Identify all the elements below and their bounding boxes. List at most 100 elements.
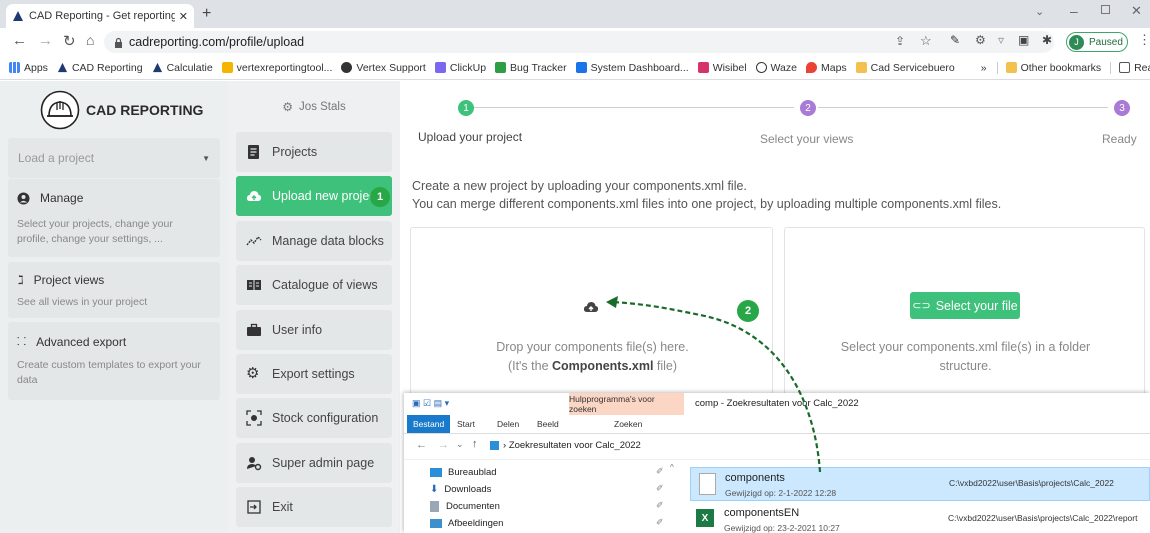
user-cog-icon <box>247 457 262 471</box>
bookmark-calculatie[interactable]: Calculatie <box>152 62 213 74</box>
pin-icon[interactable]: ✐ <box>656 500 664 511</box>
menu-item-stock-configuration[interactable]: Stock configuration <box>236 398 392 438</box>
vertex-tool-icon <box>221 62 233 73</box>
close-tab-icon[interactable]: ✕ <box>179 10 188 23</box>
apps-grid-icon <box>9 62 20 73</box>
cloud-upload-icon <box>246 191 262 201</box>
bookmark-vertex-support[interactable]: Vertex Support <box>341 62 426 74</box>
step-2-circle: 2 <box>800 100 816 116</box>
menu-item-user-info[interactable]: User info <box>236 310 392 350</box>
menu-item-projects[interactable]: Projects <box>236 132 392 172</box>
bookmark-other[interactable]: Other bookmarks <box>996 61 1101 74</box>
extension-gear-icon[interactable]: ⚙ <box>975 33 986 47</box>
ribbon-tab-zoeken[interactable]: Zoeken <box>614 419 642 429</box>
bookmark-system-dashboard[interactable]: System Dashboard... <box>575 62 689 74</box>
vertex-support-icon <box>341 62 353 73</box>
step-1-label: Upload your project <box>418 130 523 144</box>
bookmark-clickup[interactable]: ClickUp <box>434 62 486 74</box>
reading-list[interactable]: Reading list <box>1110 61 1150 74</box>
nav-scroll-up-icon[interactable]: ^ <box>670 463 674 472</box>
home-icon[interactable]: ⌂ <box>86 32 94 48</box>
ribbon-tab-start[interactable]: Start <box>457 419 475 429</box>
profile-button[interactable]: J Paused <box>1066 32 1128 52</box>
file-row[interactable]: X componentsEN Gewijzigd op: 23-2-2021 1… <box>690 503 1150 533</box>
forward-icon[interactable]: → <box>38 32 53 49</box>
extension-pen-icon[interactable]: ✎ <box>950 33 960 47</box>
explorer-breadcrumb[interactable]: › Zoekresultaten voor Calc_2022 <box>490 440 641 451</box>
pin-icon[interactable]: ✐ <box>656 466 664 477</box>
advanced-export-desc: Create custom templates to export your d… <box>17 359 201 386</box>
back-icon[interactable]: ← <box>12 32 27 49</box>
bookmark-cad-servicebuero[interactable]: Cad Servicebuero <box>855 62 955 74</box>
advanced-export-card[interactable]: ⸬ Advanced export Create custom template… <box>8 322 220 400</box>
browser-menu-icon[interactable]: ⋮ <box>1138 32 1150 48</box>
file-modified: Gewijzigd op: 2-1-2022 12:28 <box>725 488 837 498</box>
pin-icon[interactable]: ✐ <box>656 483 664 494</box>
search-tools-ribbon-label: Hulpprogramma's voor zoeken <box>569 393 684 415</box>
pin-icon[interactable]: ✐ <box>656 517 664 528</box>
nav-item-documenten[interactable]: Documenten <box>430 501 500 512</box>
cad-reporting-favicon-icon <box>13 11 23 21</box>
ribbon-tab-bestand[interactable]: Bestand <box>407 415 451 433</box>
menu-item-upload-new-project[interactable]: Upload new project <box>236 176 392 216</box>
extension-filter-icon[interactable]: ▿ <box>998 33 1004 47</box>
close-window-icon[interactable]: ✕ <box>1131 3 1142 19</box>
extensions-puzzle-icon[interactable]: ✱ <box>1042 33 1052 47</box>
sign-out-icon <box>247 500 261 514</box>
bookmark-vertexreportingtool[interactable]: vertexreportingtool... <box>221 62 332 74</box>
upload-cloud-icon <box>583 302 599 312</box>
file-row[interactable]: components Gewijzigd op: 2-1-2022 12:28 … <box>690 467 1150 501</box>
explorer-forward-icon[interactable]: → <box>438 439 449 451</box>
url-text: cadreporting.com/profile/upload <box>129 35 305 49</box>
file-path: C:\vxbd2022\user\Basis\projects\Calc_202… <box>948 513 1138 523</box>
explorer-back-icon[interactable]: ← <box>416 439 427 451</box>
maximize-icon[interactable] <box>1101 5 1110 14</box>
browser-tab[interactable]: CAD Reporting - Get reporting o... ✕ <box>6 4 194 28</box>
explorer-up-icon[interactable]: ↑ <box>472 438 478 450</box>
new-tab-icon[interactable]: + <box>202 5 211 23</box>
bookmark-waze[interactable]: Waze <box>755 62 797 74</box>
menu-item-manage-data-blocks[interactable]: Manage data blocks <box>236 221 392 261</box>
ribbon-tab-delen[interactable]: Delen <box>497 419 519 429</box>
download-arrow-icon: ⬇ <box>430 484 439 495</box>
ribbon-tab-beeld[interactable]: Beeld <box>537 419 559 429</box>
chart-line-icon <box>246 235 262 246</box>
nav-item-bureaublad[interactable]: Bureaublad <box>430 467 497 478</box>
tab-title: CAD Reporting - Get reporting o... <box>29 10 175 22</box>
menu-item-super-admin-page[interactable]: Super admin page <box>236 443 392 483</box>
reload-icon[interactable]: ↻ <box>63 32 76 50</box>
cog-icon: ⚙ <box>246 365 260 382</box>
menu-item-catalogue-of-views[interactable]: Catalogue of views <box>236 265 392 305</box>
extension-screen-icon[interactable]: ▣ <box>1018 33 1029 47</box>
bookmark-maps[interactable]: Maps <box>805 62 847 74</box>
explorer-quick-access-icons[interactable]: ▣ ☑ ▤ ▾ <box>412 398 449 409</box>
bookmark-bug-tracker[interactable]: Bug Tracker <box>495 62 567 74</box>
briefcase-icon <box>247 323 261 336</box>
user-name: ⚙ Jos Stals <box>282 100 346 114</box>
maps-pin-icon <box>805 62 817 73</box>
address-bar: ← → ↻ ⌂ cadreporting.com/profile/upload … <box>0 28 1150 56</box>
user-circle-icon <box>17 192 30 204</box>
manage-card[interactable]: Manage Select your projects, change your… <box>8 179 220 257</box>
minimize-icon[interactable]: – <box>1070 3 1078 19</box>
nav-item-downloads[interactable]: ⬇ Downloads <box>430 484 491 495</box>
menu-item-export-settings[interactable]: ⚙ Export settings <box>236 354 392 394</box>
project-views-card[interactable]: ℷ Project views See all views in your pr… <box>8 262 220 318</box>
star-icon[interactable]: ☆ <box>920 33 932 49</box>
bookmark-apps[interactable]: Apps <box>9 62 48 74</box>
bookmark-cad-reporting[interactable]: CAD Reporting <box>57 62 143 74</box>
select-file-button[interactable]: ⊂⊃ Select your file <box>910 292 1020 319</box>
bookmark-wisibel[interactable]: Wisibel <box>697 62 747 74</box>
menu-item-exit[interactable]: Exit <box>236 487 392 527</box>
url-input[interactable]: cadreporting.com/profile/upload <box>104 31 1054 53</box>
file-name: componentsEN <box>724 507 800 519</box>
more-bookmarks[interactable]: » <box>981 62 987 74</box>
bookmarks-bar: Apps CAD Reporting Calculatie vertexrepo… <box>0 56 1150 80</box>
logo[interactable]: CAD REPORTING <box>40 90 203 130</box>
share-icon[interactable]: ⇪ <box>895 34 905 48</box>
chevron-down-icon[interactable]: ⌄ <box>1035 5 1044 18</box>
step-badge-2: 2 <box>737 300 759 322</box>
explorer-recent-icon[interactable]: ⌄ <box>456 439 464 450</box>
nav-item-afbeeldingen[interactable]: Afbeeldingen <box>430 518 503 529</box>
load-project-select[interactable]: Load a project ▼ <box>8 138 220 178</box>
